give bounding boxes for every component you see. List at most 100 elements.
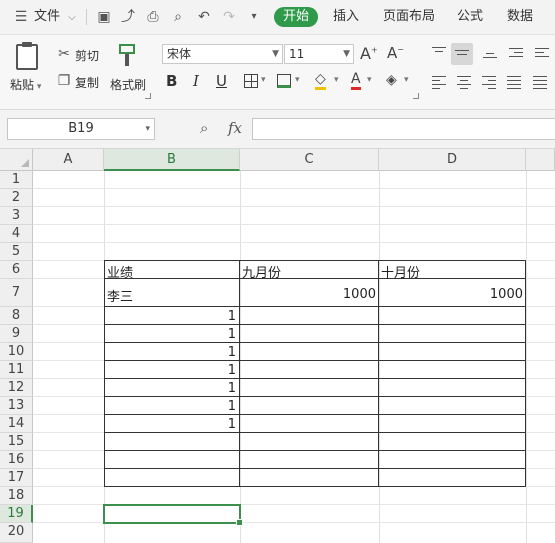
- paste-icon[interactable]: [16, 42, 38, 70]
- cell-b10[interactable]: 1: [200, 345, 236, 360]
- table-border: [104, 432, 526, 433]
- copy-button[interactable]: 复制: [75, 74, 99, 91]
- align-middle-active[interactable]: [451, 43, 473, 65]
- redo-icon[interactable]: ↷: [220, 8, 238, 26]
- italic-icon[interactable]: I: [193, 72, 199, 90]
- formula-input[interactable]: [252, 118, 555, 140]
- fill-color-icon[interactable]: ◇: [315, 71, 326, 90]
- indent-decrease-icon[interactable]: [507, 45, 525, 63]
- row-header[interactable]: 5: [0, 243, 33, 261]
- chevron-down-icon[interactable]: ▾: [334, 75, 339, 85]
- bold-icon[interactable]: B: [166, 72, 177, 90]
- tab-formulas[interactable]: 公式: [457, 0, 483, 34]
- indent-increase-icon[interactable]: [533, 45, 551, 63]
- table-border: [525, 260, 526, 487]
- cell-b11[interactable]: 1: [200, 363, 236, 378]
- row-header[interactable]: 18: [0, 487, 33, 505]
- cell-b14[interactable]: 1: [200, 417, 236, 432]
- font-name-select[interactable]: 宋体 ▼: [162, 44, 283, 64]
- increase-font-icon[interactable]: A+: [360, 44, 378, 63]
- font-color-icon[interactable]: A: [351, 71, 361, 90]
- row-header[interactable]: 3: [0, 207, 33, 225]
- align-center-icon[interactable]: [455, 73, 473, 91]
- row-header[interactable]: 7: [0, 279, 33, 307]
- column-header-d[interactable]: D: [379, 149, 526, 171]
- cell-c7[interactable]: 1000: [300, 287, 376, 302]
- chevron-down-icon: ▾: [145, 124, 150, 134]
- undo-icon[interactable]: ↶: [195, 8, 213, 26]
- cell-b6[interactable]: 业绩: [107, 262, 133, 281]
- row-header[interactable]: 10: [0, 343, 33, 361]
- row-header[interactable]: 14: [0, 415, 33, 433]
- column-header-b[interactable]: B: [104, 149, 240, 171]
- align-top-icon[interactable]: [430, 45, 448, 63]
- format-painter-button[interactable]: 格式刷: [110, 76, 146, 93]
- row-header[interactable]: 9: [0, 325, 33, 343]
- align-left-icon[interactable]: [430, 73, 448, 91]
- distributed-icon[interactable]: [531, 73, 549, 91]
- file-menu[interactable]: 文件 ⌵: [34, 0, 76, 34]
- fill-handle[interactable]: [236, 519, 243, 526]
- chevron-down-icon[interactable]: ▾: [404, 75, 409, 85]
- row-header[interactable]: 12: [0, 379, 33, 397]
- zoom-icon[interactable]: ⌕: [200, 119, 208, 137]
- chevron-down-icon[interactable]: ▾: [367, 75, 372, 85]
- justify-icon[interactable]: [505, 73, 523, 91]
- eraser-icon[interactable]: ◈: [386, 72, 397, 88]
- group-expand-icon[interactable]: [413, 93, 419, 99]
- row-header[interactable]: 13: [0, 397, 33, 415]
- group-expand-icon[interactable]: [145, 93, 151, 99]
- underline-icon[interactable]: U: [216, 72, 227, 90]
- paste-button[interactable]: 粘贴 ▾: [10, 76, 41, 93]
- name-box[interactable]: B19 ▾: [7, 118, 155, 140]
- format-painter-icon[interactable]: [119, 44, 135, 66]
- cell-c6[interactable]: 九月份: [242, 262, 281, 281]
- save-icon[interactable]: ▣: [95, 8, 113, 26]
- column-header-a[interactable]: A: [33, 149, 104, 171]
- cell-b9[interactable]: 1: [200, 327, 236, 342]
- cut-button[interactable]: 剪切: [75, 47, 99, 64]
- scissors-icon[interactable]: ✂: [56, 46, 72, 62]
- tab-start[interactable]: 开始: [274, 7, 318, 27]
- spreadsheet-grid[interactable]: A B C D 1 2 3 4 5 6 7 8 9 10 11 12 13 14…: [0, 149, 555, 543]
- cell-style-icon[interactable]: [277, 74, 291, 88]
- border-icon[interactable]: [244, 74, 258, 88]
- align-bottom-icon[interactable]: [481, 45, 499, 63]
- print-preview-icon[interactable]: ⌕: [169, 8, 187, 26]
- row-header[interactable]: 8: [0, 307, 33, 325]
- cell-b8[interactable]: 1: [200, 309, 236, 324]
- font-size-select[interactable]: 11 ▼: [284, 44, 354, 64]
- cell-d6[interactable]: 十月份: [381, 262, 420, 281]
- cell-b12[interactable]: 1: [200, 381, 236, 396]
- row-header[interactable]: 11: [0, 361, 33, 379]
- cell-d7[interactable]: 1000: [440, 287, 523, 302]
- chevron-down-icon[interactable]: ▾: [295, 75, 300, 85]
- decrease-font-icon[interactable]: A−: [387, 44, 404, 62]
- column-header-c[interactable]: C: [240, 149, 379, 171]
- print-icon[interactable]: ⎙: [144, 8, 162, 26]
- row-header[interactable]: 15: [0, 433, 33, 451]
- fx-icon[interactable]: fx: [228, 119, 242, 137]
- tab-data[interactable]: 数据: [507, 0, 533, 34]
- export-icon[interactable]: ⤴: [119, 8, 137, 26]
- cell-b7[interactable]: 李三: [107, 286, 133, 305]
- select-all-corner[interactable]: [0, 149, 33, 171]
- row-header[interactable]: 20: [0, 523, 33, 543]
- copy-icon[interactable]: ❐: [56, 73, 72, 89]
- selected-cell-b19[interactable]: [103, 504, 241, 524]
- customize-dropdown-icon[interactable]: ▾: [245, 8, 263, 26]
- row-header[interactable]: 17: [0, 469, 33, 487]
- chevron-down-icon[interactable]: ▾: [261, 75, 266, 85]
- align-right-icon[interactable]: [480, 73, 498, 91]
- row-header[interactable]: 16: [0, 451, 33, 469]
- hamburger-menu-icon[interactable]: ☰: [12, 8, 30, 26]
- cell-b13[interactable]: 1: [200, 399, 236, 414]
- row-header[interactable]: 4: [0, 225, 33, 243]
- row-header[interactable]: 2: [0, 189, 33, 207]
- row-header[interactable]: 1: [0, 171, 33, 189]
- tab-page-layout[interactable]: 页面布局: [383, 0, 435, 34]
- row-header[interactable]: 6: [0, 261, 33, 279]
- tab-insert[interactable]: 插入: [333, 0, 359, 34]
- row-header-selected[interactable]: 19: [0, 505, 33, 523]
- column-header-e[interactable]: [526, 149, 555, 171]
